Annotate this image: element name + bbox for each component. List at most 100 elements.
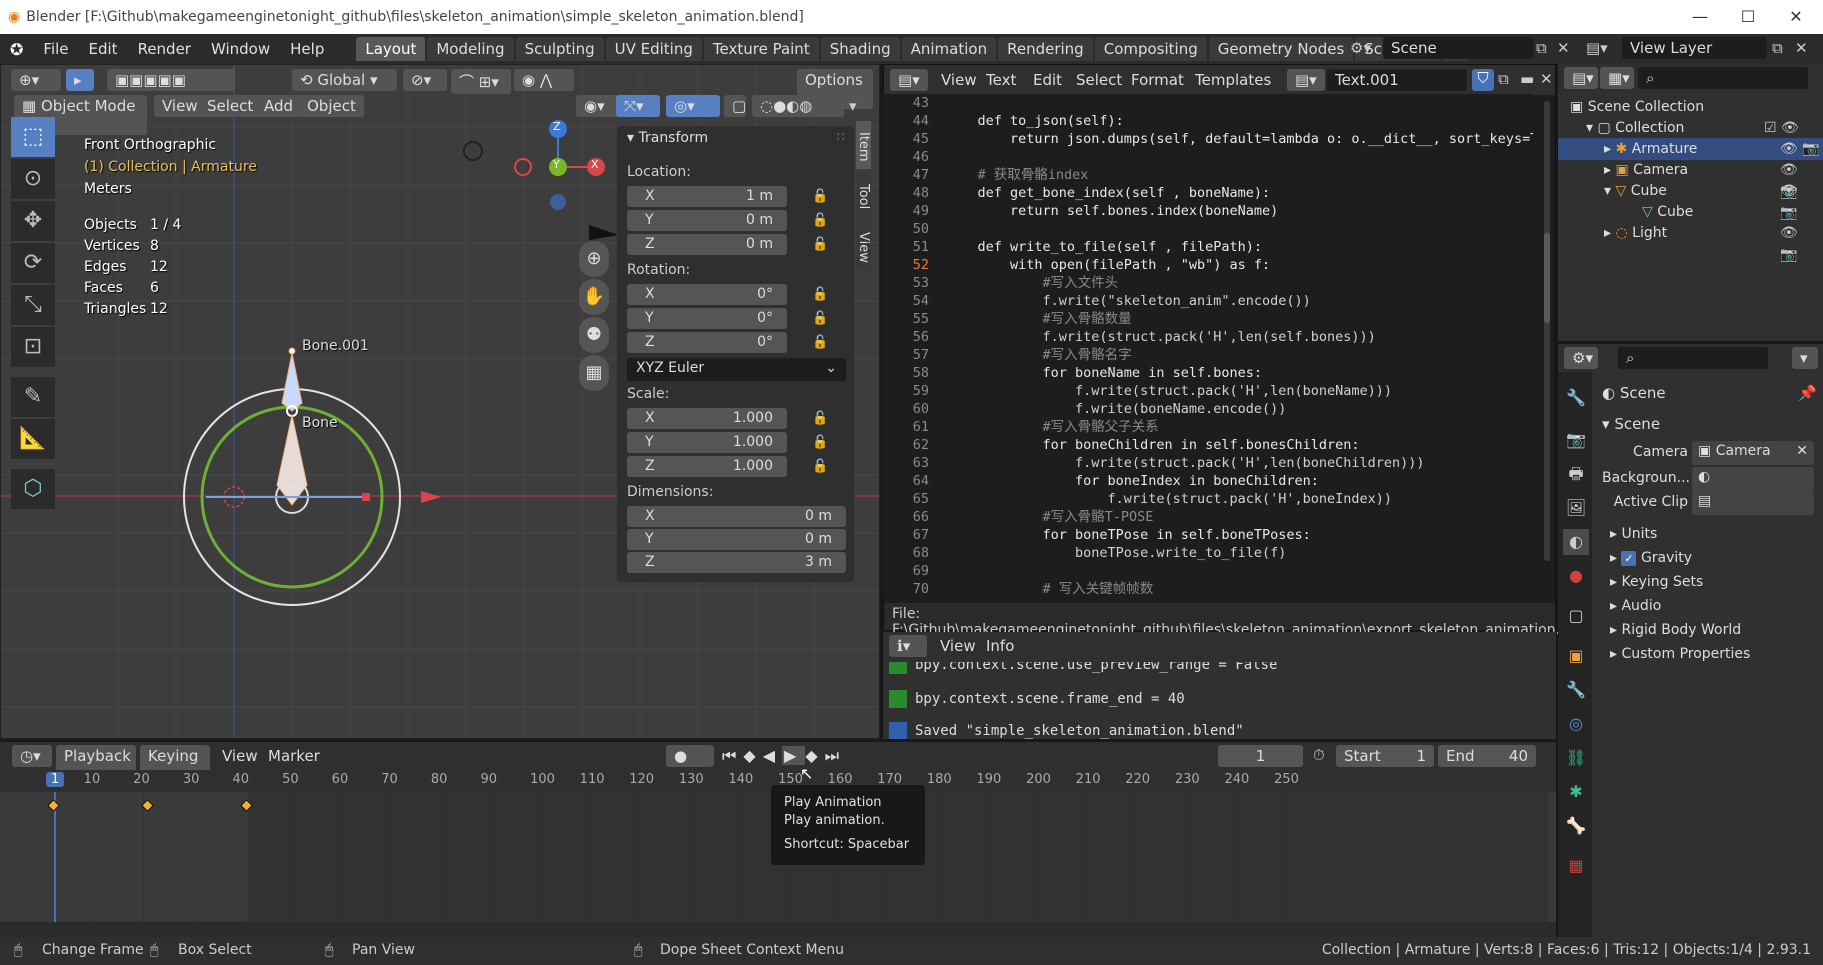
world-properties-icon[interactable]: ●: [1563, 563, 1589, 589]
tool-properties-icon[interactable]: 🔧: [1563, 385, 1589, 411]
sidebar-tab-item[interactable]: Item: [856, 121, 871, 169]
sidebar-tab-view[interactable]: View: [856, 221, 871, 269]
snap-icon[interactable]: ⌒ ⊞▾: [451, 69, 511, 94]
location-x-field[interactable]: X 1 m: [627, 186, 787, 207]
tab-uv-editing[interactable]: UV Editing: [605, 37, 702, 61]
navigation-gizmo[interactable]: Z Y X: [506, 117, 616, 227]
new-scene-icon[interactable]: ⧉: [1536, 39, 1547, 57]
delete-scene-icon[interactable]: ✕: [1557, 39, 1570, 57]
visibility-icon[interactable]: ◉▾: [576, 95, 620, 117]
lock-icon[interactable]: 🔓: [812, 435, 828, 450]
dimensions-z-field[interactable]: Z 3 m: [627, 552, 846, 573]
panel-custom-properties[interactable]: ▸ Custom Properties: [1610, 646, 1750, 662]
code-line[interactable]: 56 f.write(struct.pack('H',len(self.bone…: [883, 328, 1376, 346]
pan-hand-icon[interactable]: ✋: [579, 279, 609, 315]
start-frame-field[interactable]: Start 1: [1336, 745, 1434, 767]
camera-field[interactable]: ▣ Camera ✕: [1692, 441, 1814, 465]
tool-add-cube-icon[interactable]: ⬡: [11, 469, 55, 509]
constraint-properties-icon[interactable]: ⛓: [1563, 745, 1589, 771]
gravity-checkbox[interactable]: ✓: [1621, 551, 1637, 566]
scene-properties-icon[interactable]: ◐: [1563, 529, 1589, 555]
outliner-item-cube[interactable]: ▾ ▽ Cube 👁 📷: [1604, 180, 1816, 221]
panel-gravity[interactable]: ▸ ✓ Gravity: [1610, 550, 1692, 566]
panel-rigid-body-world[interactable]: ▸ Rigid Body World: [1610, 622, 1741, 638]
tab-sculpting[interactable]: Sculpting: [515, 37, 604, 61]
menu-window[interactable]: Window: [201, 40, 280, 58]
delete-viewlayer-icon[interactable]: ✕: [1795, 39, 1808, 57]
camera-view-icon[interactable]: ⚉: [579, 317, 609, 353]
code-line[interactable]: 60 f.write(boneName.encode()): [883, 400, 1287, 418]
play-icon[interactable]: ▶: [782, 746, 806, 765]
info-menu-info[interactable]: Info: [986, 637, 1014, 655]
code-line[interactable]: 52 with open(filePath , "wb") as f:: [883, 256, 1270, 274]
output-properties-icon[interactable]: 🖶: [1563, 461, 1589, 487]
tool-cursor-icon[interactable]: ⊙: [11, 159, 55, 199]
lock-icon[interactable]: 🔓: [812, 411, 828, 426]
text-menu-edit[interactable]: Edit: [1033, 71, 1062, 89]
text-browse-icon[interactable]: ▤▾: [1287, 69, 1325, 91]
rotation-z-field[interactable]: Z 0°: [627, 332, 787, 353]
dimensions-y-field[interactable]: Y 0 m: [627, 529, 846, 550]
menu-edit[interactable]: Edit: [79, 40, 128, 58]
drag-handle-icon[interactable]: ∷: [837, 130, 845, 144]
code-line[interactable]: 66 #写入骨骼T-POSE: [883, 508, 1154, 526]
code-line[interactable]: 50: [883, 220, 945, 238]
tab-geometry-nodes[interactable]: Geometry Nodes: [1208, 37, 1354, 61]
display-mode-icon[interactable]: ▦▾: [1600, 67, 1634, 89]
auto-keying-icon[interactable]: ●: [666, 745, 714, 767]
code-scrollbar-thumb[interactable]: [1544, 233, 1550, 323]
panel-units[interactable]: ▸ Units: [1610, 526, 1657, 542]
scene-selector-icon[interactable]: ⚙▾: [1350, 39, 1371, 57]
text-menu-text[interactable]: Text: [986, 71, 1016, 89]
code-line[interactable]: 47 # 获取骨骼index: [883, 166, 1089, 184]
code-line[interactable]: 70 # 写入关键帧帧数: [883, 580, 1154, 594]
code-line[interactable]: 67 for boneTPose in self.boneTPoses:: [883, 526, 1311, 544]
rotation-x-field[interactable]: X 0°: [627, 284, 787, 305]
jump-end-icon[interactable]: ⏭: [825, 746, 846, 765]
next-keyframe-icon[interactable]: ◆: [805, 746, 824, 765]
visibility-controls[interactable]: 👁 📷: [1780, 180, 1816, 224]
unlink-text-icon[interactable]: ✕: [1540, 70, 1553, 88]
new-viewlayer-icon[interactable]: ⧉: [1772, 39, 1783, 57]
overlay-toggle-icon[interactable]: ◎▾: [666, 95, 720, 117]
active-clip-field[interactable]: ▤: [1692, 491, 1814, 515]
select-tool-icon[interactable]: ▸: [66, 69, 94, 91]
proportional-edit-icon[interactable]: ◉ ⋀: [514, 69, 574, 91]
scale-y-field[interactable]: Y 1.000: [627, 432, 787, 453]
code-line[interactable]: 65 f.write(struct.pack('H',boneIndex)): [883, 490, 1392, 508]
pivot-icon[interactable]: ⊘▾: [403, 69, 447, 91]
render-properties-icon[interactable]: 📷: [1563, 427, 1589, 453]
outliner-item-light[interactable]: ▸ ◌ Light 👁 📷: [1604, 222, 1816, 263]
tool-select-box-icon[interactable]: ⬚: [11, 117, 55, 157]
stopwatch-icon[interactable]: ⏱: [1313, 746, 1325, 764]
background-field[interactable]: ◐: [1692, 467, 1814, 491]
code-line[interactable]: 58 for boneName in self.bones:: [883, 364, 1262, 382]
xray-icon[interactable]: ▢: [724, 95, 746, 117]
editor-type-icon[interactable]: ⊕▾: [11, 69, 61, 91]
tool-measure-icon[interactable]: 📐: [11, 419, 55, 459]
location-y-field[interactable]: Y 0 m: [627, 210, 787, 231]
tool-annotate-icon[interactable]: ✎: [11, 377, 55, 417]
info-editor[interactable]: ℹ▾ View Info bpy.context.scene.use_previ…: [883, 632, 1556, 739]
properties-editor-type-icon[interactable]: ⚙▾: [1564, 347, 1598, 369]
text-menu-select[interactable]: Select: [1076, 71, 1122, 89]
new-text-icon[interactable]: ⧉: [1498, 70, 1509, 88]
object-properties-icon[interactable]: ▣: [1563, 643, 1589, 669]
scale-x-field[interactable]: X 1.000: [627, 408, 787, 429]
code-scrollbar[interactable]: [1544, 101, 1550, 561]
scene-field[interactable]: Scene: [1383, 37, 1533, 59]
viewport-menu-add[interactable]: Add: [256, 95, 302, 117]
code-line[interactable]: 51 def write_to_file(self , filePath):: [883, 238, 1262, 256]
open-text-icon[interactable]: ▬: [1520, 70, 1534, 88]
shading-dropdown-icon[interactable]: ▾: [849, 97, 857, 115]
bone-properties-icon[interactable]: 🦴: [1563, 813, 1589, 839]
code-line[interactable]: 59 f.write(struct.pack('H',len(boneName)…: [883, 382, 1392, 400]
lock-icon[interactable]: 🔓: [812, 213, 828, 228]
text-menu-view[interactable]: View: [941, 71, 977, 89]
modifier-properties-icon[interactable]: 🔧: [1563, 677, 1589, 703]
panel-audio[interactable]: ▸ Audio: [1610, 598, 1661, 614]
selection-mode-icons[interactable]: ▣▣▣▣▣: [107, 69, 235, 91]
tab-animation[interactable]: Animation: [901, 37, 997, 61]
minimize-button[interactable]: —: [1678, 0, 1722, 34]
tool-scale-icon[interactable]: ⤡: [11, 285, 55, 325]
